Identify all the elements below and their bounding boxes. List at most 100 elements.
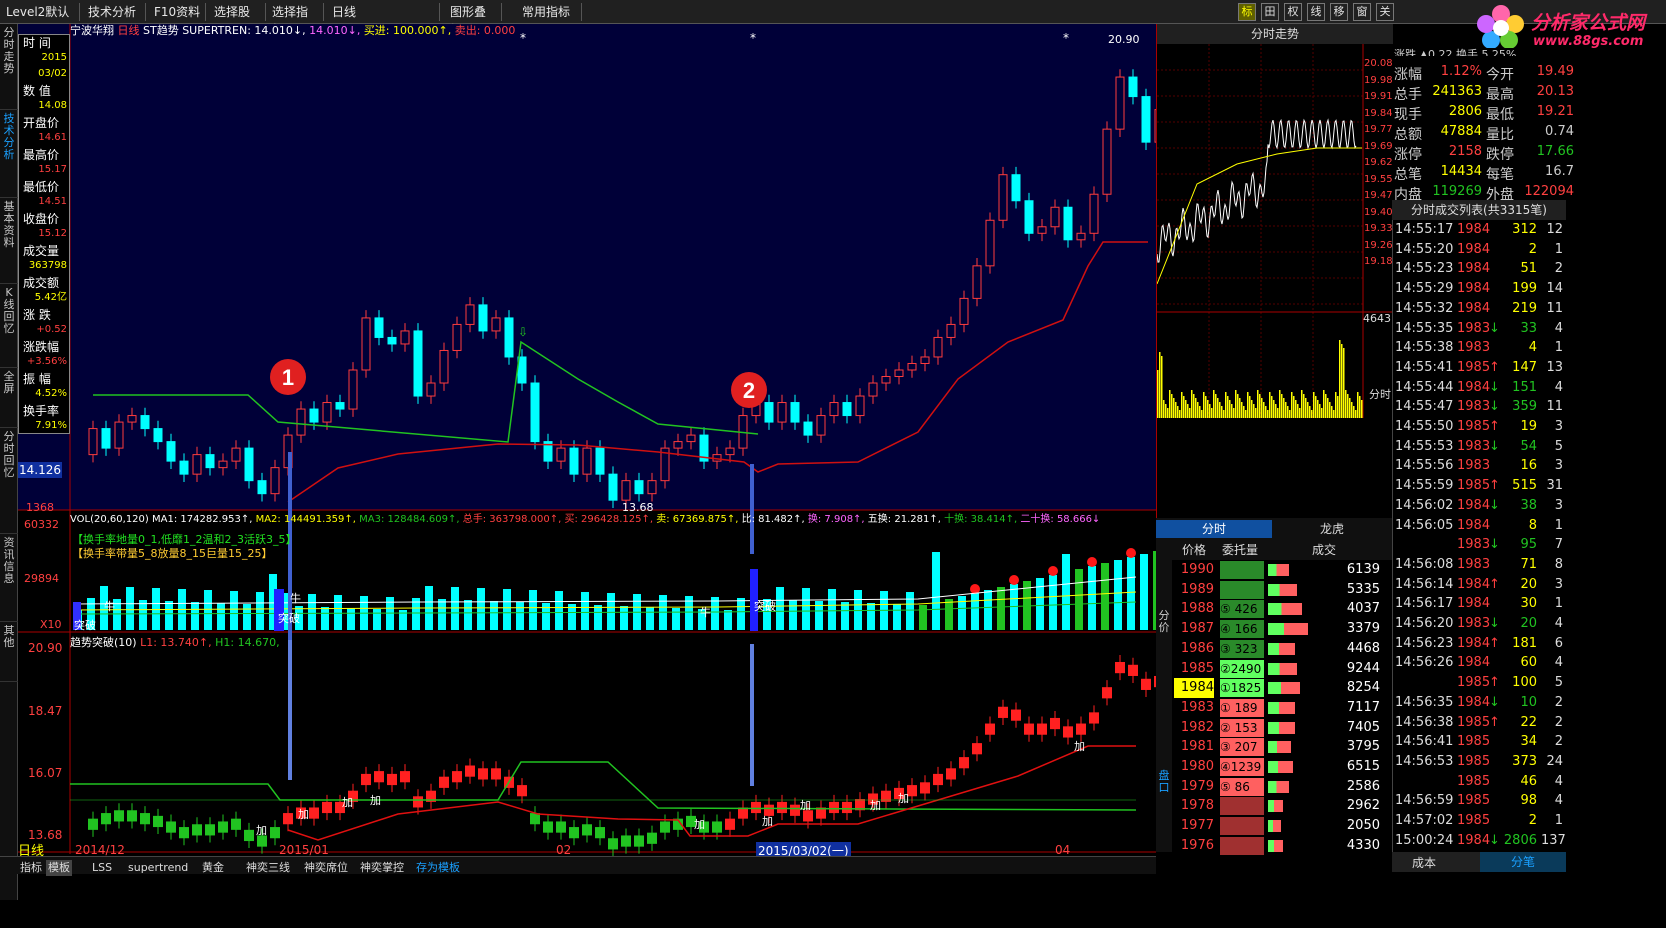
select-indicator-menu[interactable]: 选择指标	[268, 3, 324, 37]
intraday-volume-bar	[1179, 410, 1181, 418]
tab-other[interactable]: 其他	[0, 622, 18, 682]
window-icon[interactable]: 窗	[1353, 3, 1371, 21]
intraday-volume-bar	[1343, 348, 1345, 418]
quote-label: 涨停	[1394, 147, 1422, 163]
period-select[interactable]: 日线	[328, 3, 440, 21]
candle	[1076, 232, 1086, 241]
tab-intraday-replay[interactable]: 分时回忆	[0, 428, 18, 534]
trade-vol: 219	[1512, 300, 1537, 316]
grid-icon[interactable]: 田	[1261, 3, 1279, 21]
tab-fullscreen[interactable]: 全屏	[0, 368, 18, 428]
order-row[interactable]: 1985 ②2490 9244	[1172, 659, 1392, 679]
intraday-volume-bar	[1309, 406, 1311, 418]
trade-vol: 19	[1520, 419, 1537, 434]
order-row[interactable]: 1983 ① 189 7117	[1172, 698, 1392, 718]
tech-analysis-menu[interactable]: 技术分析	[84, 3, 146, 21]
candle	[205, 454, 215, 469]
common-indicator-menu[interactable]: 常用指标	[518, 3, 582, 21]
order-price: 1977	[1180, 818, 1214, 834]
quote-label: 跌停	[1486, 147, 1514, 163]
tab-indicator[interactable]: 指标	[20, 860, 42, 876]
order-row[interactable]: 1984 ①1825 8254	[1172, 678, 1392, 699]
order-row[interactable]: 1978 2962	[1172, 796, 1392, 816]
tab-intraday-price[interactable]: 分时	[1156, 520, 1272, 538]
order-row[interactable]: 1988 ⑤ 426 4037	[1172, 599, 1392, 619]
order-row[interactable]: 1981 ③ 207 3795	[1172, 737, 1392, 757]
intraday-axis-label: 19.33	[1364, 223, 1393, 234]
order-price: 1979	[1180, 778, 1214, 794]
weight-icon[interactable]: 权	[1284, 3, 1302, 21]
period-indicator[interactable]: 日线	[0, 840, 70, 859]
quote-label: 每笔	[1486, 167, 1514, 183]
order-row[interactable]: 1982 ② 153 7405	[1172, 718, 1392, 738]
intraday-volume-bar	[1327, 398, 1329, 418]
select-stock-menu[interactable]: 选择股票	[210, 3, 266, 37]
trade-count: 1	[1554, 340, 1563, 356]
order-row[interactable]: 1989 5335	[1172, 580, 1392, 600]
tab-cost[interactable]: 成本	[1412, 854, 1436, 871]
tab-gold[interactable]: 黄金	[202, 860, 224, 876]
trend-axis: 18.47	[28, 704, 63, 718]
tab-news[interactable]: 资讯信息	[0, 534, 18, 622]
save-template-button[interactable]: 存为模板	[416, 860, 460, 876]
price-panel-bg	[18, 24, 1156, 510]
candle	[634, 480, 644, 495]
intraday-chart[interactable]	[1157, 44, 1393, 518]
order-volume-bar	[1268, 642, 1296, 655]
f10-menu[interactable]: F10资料	[150, 3, 206, 21]
volume-bar	[828, 589, 836, 630]
order-volume-bar	[1268, 761, 1293, 773]
mark-icon[interactable]: 标	[1238, 3, 1256, 21]
quote-value: 1.12%	[1440, 64, 1482, 79]
order-row[interactable]: 1977 2050	[1172, 816, 1392, 836]
tab-shenyi-seat[interactable]: 神奕席位	[304, 860, 348, 876]
order-row[interactable]: 1987 ④ 166 3379	[1172, 619, 1392, 639]
tab-dragon-tiger[interactable]: 龙虎	[1274, 520, 1390, 538]
logo-title: 分析家公式网	[1531, 12, 1646, 34]
trend-label: 加	[256, 824, 267, 837]
trade-time: 14:55:29	[1395, 281, 1454, 297]
tab-lss[interactable]: LSS	[92, 860, 112, 876]
candle	[270, 467, 280, 495]
move-icon[interactable]: 移	[1330, 3, 1348, 21]
overlay-menu[interactable]: 图形叠加	[446, 3, 502, 37]
tab-shenyi-control[interactable]: 神奕掌控	[360, 860, 404, 876]
order-queue: ②2490	[1220, 659, 1264, 678]
volume-bar	[126, 587, 134, 630]
quote-value: 47884	[1440, 124, 1482, 139]
trades-list[interactable]: 14:55:17 1984 312 12 14:55:20 1984 2 1 14:55:23 1…	[1392, 220, 1566, 852]
vol-total: 总手: 363798.000↑,	[462, 514, 562, 525]
intraday-vol-label: 分时	[1369, 388, 1391, 401]
intraday-volume-bar	[1223, 410, 1225, 418]
order-price: 1989	[1180, 581, 1214, 597]
candle	[296, 408, 306, 436]
order-book[interactable]: 1990 6139 1989 5335 1988 ⑤ 426 4037 1987 ④ 166 33…	[1172, 560, 1392, 856]
kline-chart-area[interactable]: ⇩ 1 2 20.90 13.68 * * *	[18, 24, 1156, 900]
tab-shenyi-3line[interactable]: 神奕三线	[246, 860, 290, 876]
order-row[interactable]: 1980 ④1239 6515	[1172, 757, 1392, 777]
close-icon[interactable]: 关	[1376, 3, 1394, 21]
tab-fenjia[interactable]: 分价	[1156, 610, 1172, 634]
tab-technical[interactable]: 技术分析	[0, 110, 18, 198]
layout-select[interactable]: Level2默认	[2, 3, 80, 21]
order-row[interactable]: 1979 ⑤ 86 2586	[1172, 777, 1392, 797]
trade-price: 1984	[1457, 655, 1491, 671]
tab-fundamentals[interactable]: 基本资料	[0, 198, 18, 284]
quote-value: 17.66	[1536, 144, 1574, 159]
tab-template[interactable]: 模板	[46, 860, 72, 876]
trend-label: 加	[898, 792, 909, 805]
tab-kline-replay[interactable]: K线回忆	[0, 284, 18, 368]
order-row[interactable]: 1986 ③ 323 4468	[1172, 639, 1392, 659]
line-icon[interactable]: 线	[1307, 3, 1325, 21]
order-row[interactable]: 1990 6139	[1172, 560, 1392, 580]
tab-intraday[interactable]: 分时走势	[0, 24, 18, 110]
trade-vol: 2806	[1503, 832, 1537, 848]
intraday-volume-bar	[1265, 406, 1267, 418]
tab-ticks[interactable]: 分笔	[1480, 852, 1566, 872]
order-volume: 6515	[1346, 759, 1380, 774]
trade-count: 2	[1554, 734, 1563, 750]
info-label: 换手率	[23, 404, 60, 418]
tab-pankou[interactable]: 盘口	[1156, 770, 1172, 794]
order-row[interactable]: 1976 4330	[1172, 836, 1392, 856]
tab-supertrend[interactable]: supertrend	[128, 860, 188, 876]
